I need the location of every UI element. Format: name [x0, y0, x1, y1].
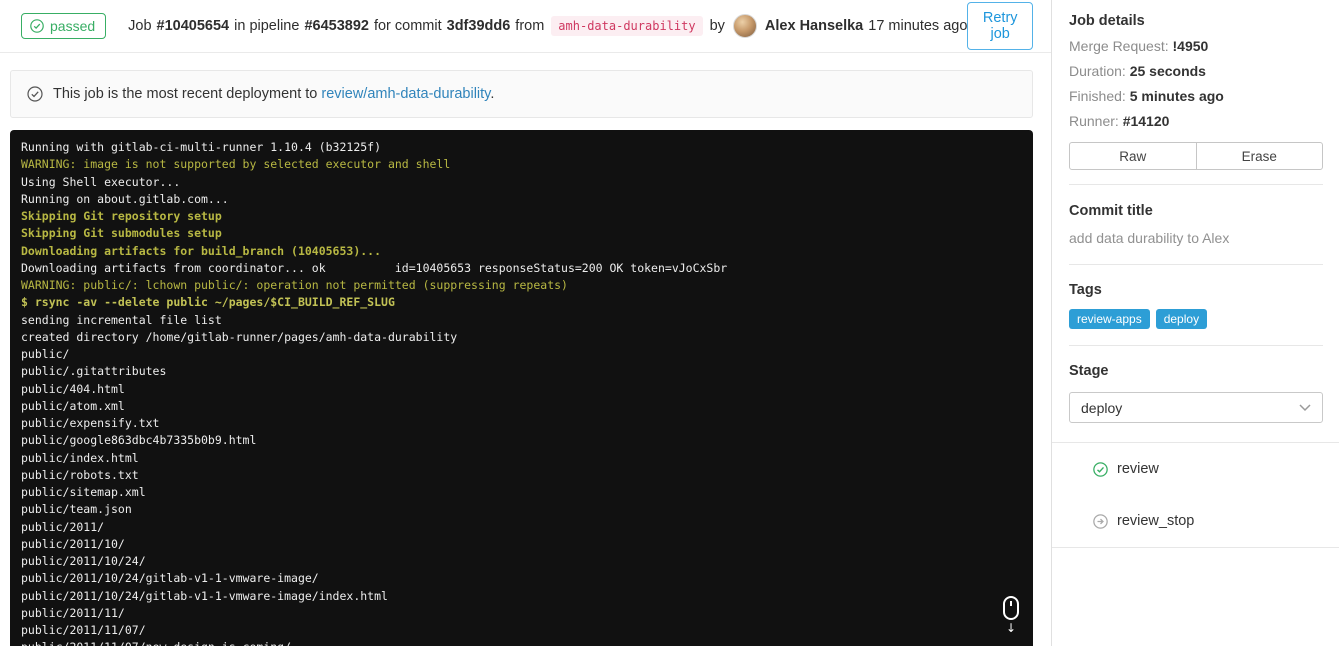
trace-buttons: Raw Erase	[1069, 142, 1323, 170]
from-label: from	[515, 18, 545, 34]
check-circle-icon	[27, 86, 43, 102]
build-name: review	[1117, 461, 1159, 477]
log-line: public/404.html	[21, 381, 125, 396]
retry-job-button[interactable]: Retry job	[967, 2, 1033, 50]
log-line: public/sitemap.xml	[21, 485, 146, 499]
log-line: public/expensify.txt	[21, 416, 160, 430]
avatar	[732, 14, 757, 38]
time-ago: 17 minutes ago	[868, 18, 968, 34]
log-line: public/2011/11/	[21, 605, 125, 620]
log-line: public/2011/	[21, 519, 105, 534]
build-name: review_stop	[1117, 513, 1195, 529]
build-item-review_stop[interactable]: review_stop	[1052, 495, 1339, 547]
log-line: public/google863dbc4b7335b0b9.html	[21, 433, 257, 448]
log-line: Skipping Git submodules setup	[21, 226, 222, 241]
log-line: public/atom.xml	[21, 398, 125, 413]
author-name-link[interactable]: Alex Hanselka	[765, 18, 863, 34]
log-line: public/2011/11/07/	[21, 623, 146, 637]
pipeline-number-link[interactable]: #6453892	[304, 18, 369, 34]
job-detail-row: Finished: 5 minutes ago	[1069, 88, 1323, 104]
status-manual-icon	[1093, 513, 1108, 529]
raw-button[interactable]: Raw	[1069, 142, 1197, 170]
status-badge[interactable]: passed	[21, 13, 107, 39]
job-details-title: Job details	[1069, 13, 1145, 29]
tag-pill: deploy	[1155, 309, 1208, 329]
log-line: Running on about.gitlab.com...	[21, 191, 229, 206]
tags-heading: Tags	[1069, 282, 1102, 298]
log-line: Using Shell executor...	[21, 174, 181, 189]
job-detail-row: Duration: 25 seconds	[1069, 63, 1323, 79]
job-label: Job	[128, 18, 152, 34]
log-line: public/robots.txt	[21, 467, 139, 482]
job-detail-row: Merge Request: !4950	[1069, 38, 1323, 54]
commit-title-heading: Commit title	[1069, 203, 1153, 219]
check-circle-icon	[30, 19, 44, 33]
deployment-notice: This job is the most recent deployment t…	[10, 70, 1033, 118]
branch-ref-link[interactable]: amh-data-durability	[551, 16, 703, 36]
log-line: public/2011/11/07/new-design-is-coming/	[21, 639, 1021, 646]
tags-list: review-apps deploy	[1069, 309, 1323, 329]
detail-label: Merge Request:	[1069, 38, 1173, 54]
log-line: WARNING: public/: lchown public/: operat…	[21, 278, 568, 292]
notice-period: .	[490, 86, 495, 102]
log-line: Downloading artifacts from coordinator..…	[21, 260, 728, 275]
log-line: $ rsync -av --delete public ~/pages/$CI_…	[21, 295, 395, 310]
stage-builds-list: review review_stop	[1052, 442, 1339, 548]
job-header: passed Job #10405654 in pipeline #645389…	[0, 0, 1051, 53]
detail-label: Finished:	[1069, 88, 1130, 104]
stage-dropdown[interactable]: deploy	[1069, 392, 1323, 423]
log-line: Running with gitlab-ci-multi-runner 1.10…	[21, 140, 382, 154]
scroll-down-button[interactable]: ↓	[999, 596, 1023, 634]
stage-selected-value: deploy	[1081, 399, 1123, 416]
arrow-down-icon: ↓	[1005, 621, 1017, 635]
notice-text: This job is the most recent deployment t…	[53, 86, 494, 102]
detail-value: 5 minutes ago	[1129, 88, 1224, 104]
commit-title-text: add data durability to Alex	[1069, 230, 1230, 246]
build-item-review[interactable]: review	[1052, 443, 1339, 495]
mouse-scroll-icon	[1003, 596, 1019, 620]
detail-value: #14120	[1122, 113, 1170, 129]
log-line: created directory /home/gitlab-runner/pa…	[21, 329, 458, 344]
log-line: public/.gitattributes	[21, 364, 167, 379]
status-success-icon	[1093, 461, 1108, 477]
log-line: public/2011/10/24/	[21, 554, 146, 568]
pipeline-label: in pipeline	[234, 18, 300, 34]
log-line: WARNING: image is not supported by selec…	[21, 157, 451, 172]
detail-label: Duration:	[1069, 63, 1130, 79]
log-line: public/team.json	[21, 502, 132, 517]
job-number: #10405654	[156, 18, 230, 34]
job-detail-row: Runner: #14120	[1069, 113, 1323, 129]
tag-pill: review-apps	[1069, 309, 1150, 329]
log-line: Skipping Git repository setup	[21, 209, 222, 223]
stage-heading: Stage	[1069, 363, 1109, 379]
log-line: sending incremental file list	[21, 312, 222, 327]
chevron-down-icon	[1299, 403, 1311, 412]
detail-value: !4950	[1172, 38, 1209, 54]
log-line: public/2011/10/	[21, 536, 125, 551]
log-line: public/2011/10/24/gitlab-v1-1-vmware-ima…	[21, 588, 388, 603]
log-line: public/	[21, 347, 70, 361]
by-label: by	[709, 18, 725, 34]
environment-link[interactable]: review/amh-data-durability	[321, 86, 490, 102]
status-label: passed	[50, 18, 96, 34]
log-line: public/2011/10/24/gitlab-v1-1-vmware-ima…	[21, 571, 319, 586]
log-line: Downloading artifacts for build_branch (…	[21, 243, 382, 258]
notice-prefix: This job is the most recent deployment t…	[53, 86, 318, 102]
main-column: passed Job #10405654 in pipeline #645389…	[0, 0, 1051, 646]
job-sidebar: Job details Merge Request: !4950 Duration…	[1051, 0, 1339, 646]
log-line: public/index.html	[21, 450, 139, 465]
erase-button[interactable]: Erase	[1195, 142, 1323, 170]
commit-sha-link[interactable]: 3df39dd6	[447, 18, 511, 34]
commit-label: for commit	[373, 18, 442, 34]
detail-value: 25 seconds	[1129, 63, 1206, 79]
detail-label: Runner:	[1069, 113, 1123, 129]
terminal-log: Running with gitlab-ci-multi-runner 1.10…	[10, 130, 1033, 646]
job-details-rows: Merge Request: !4950 Duration: 25 seconds…	[1069, 38, 1323, 129]
job-header-text: Job #10405654 in pipeline #6453892 for c…	[128, 14, 967, 38]
